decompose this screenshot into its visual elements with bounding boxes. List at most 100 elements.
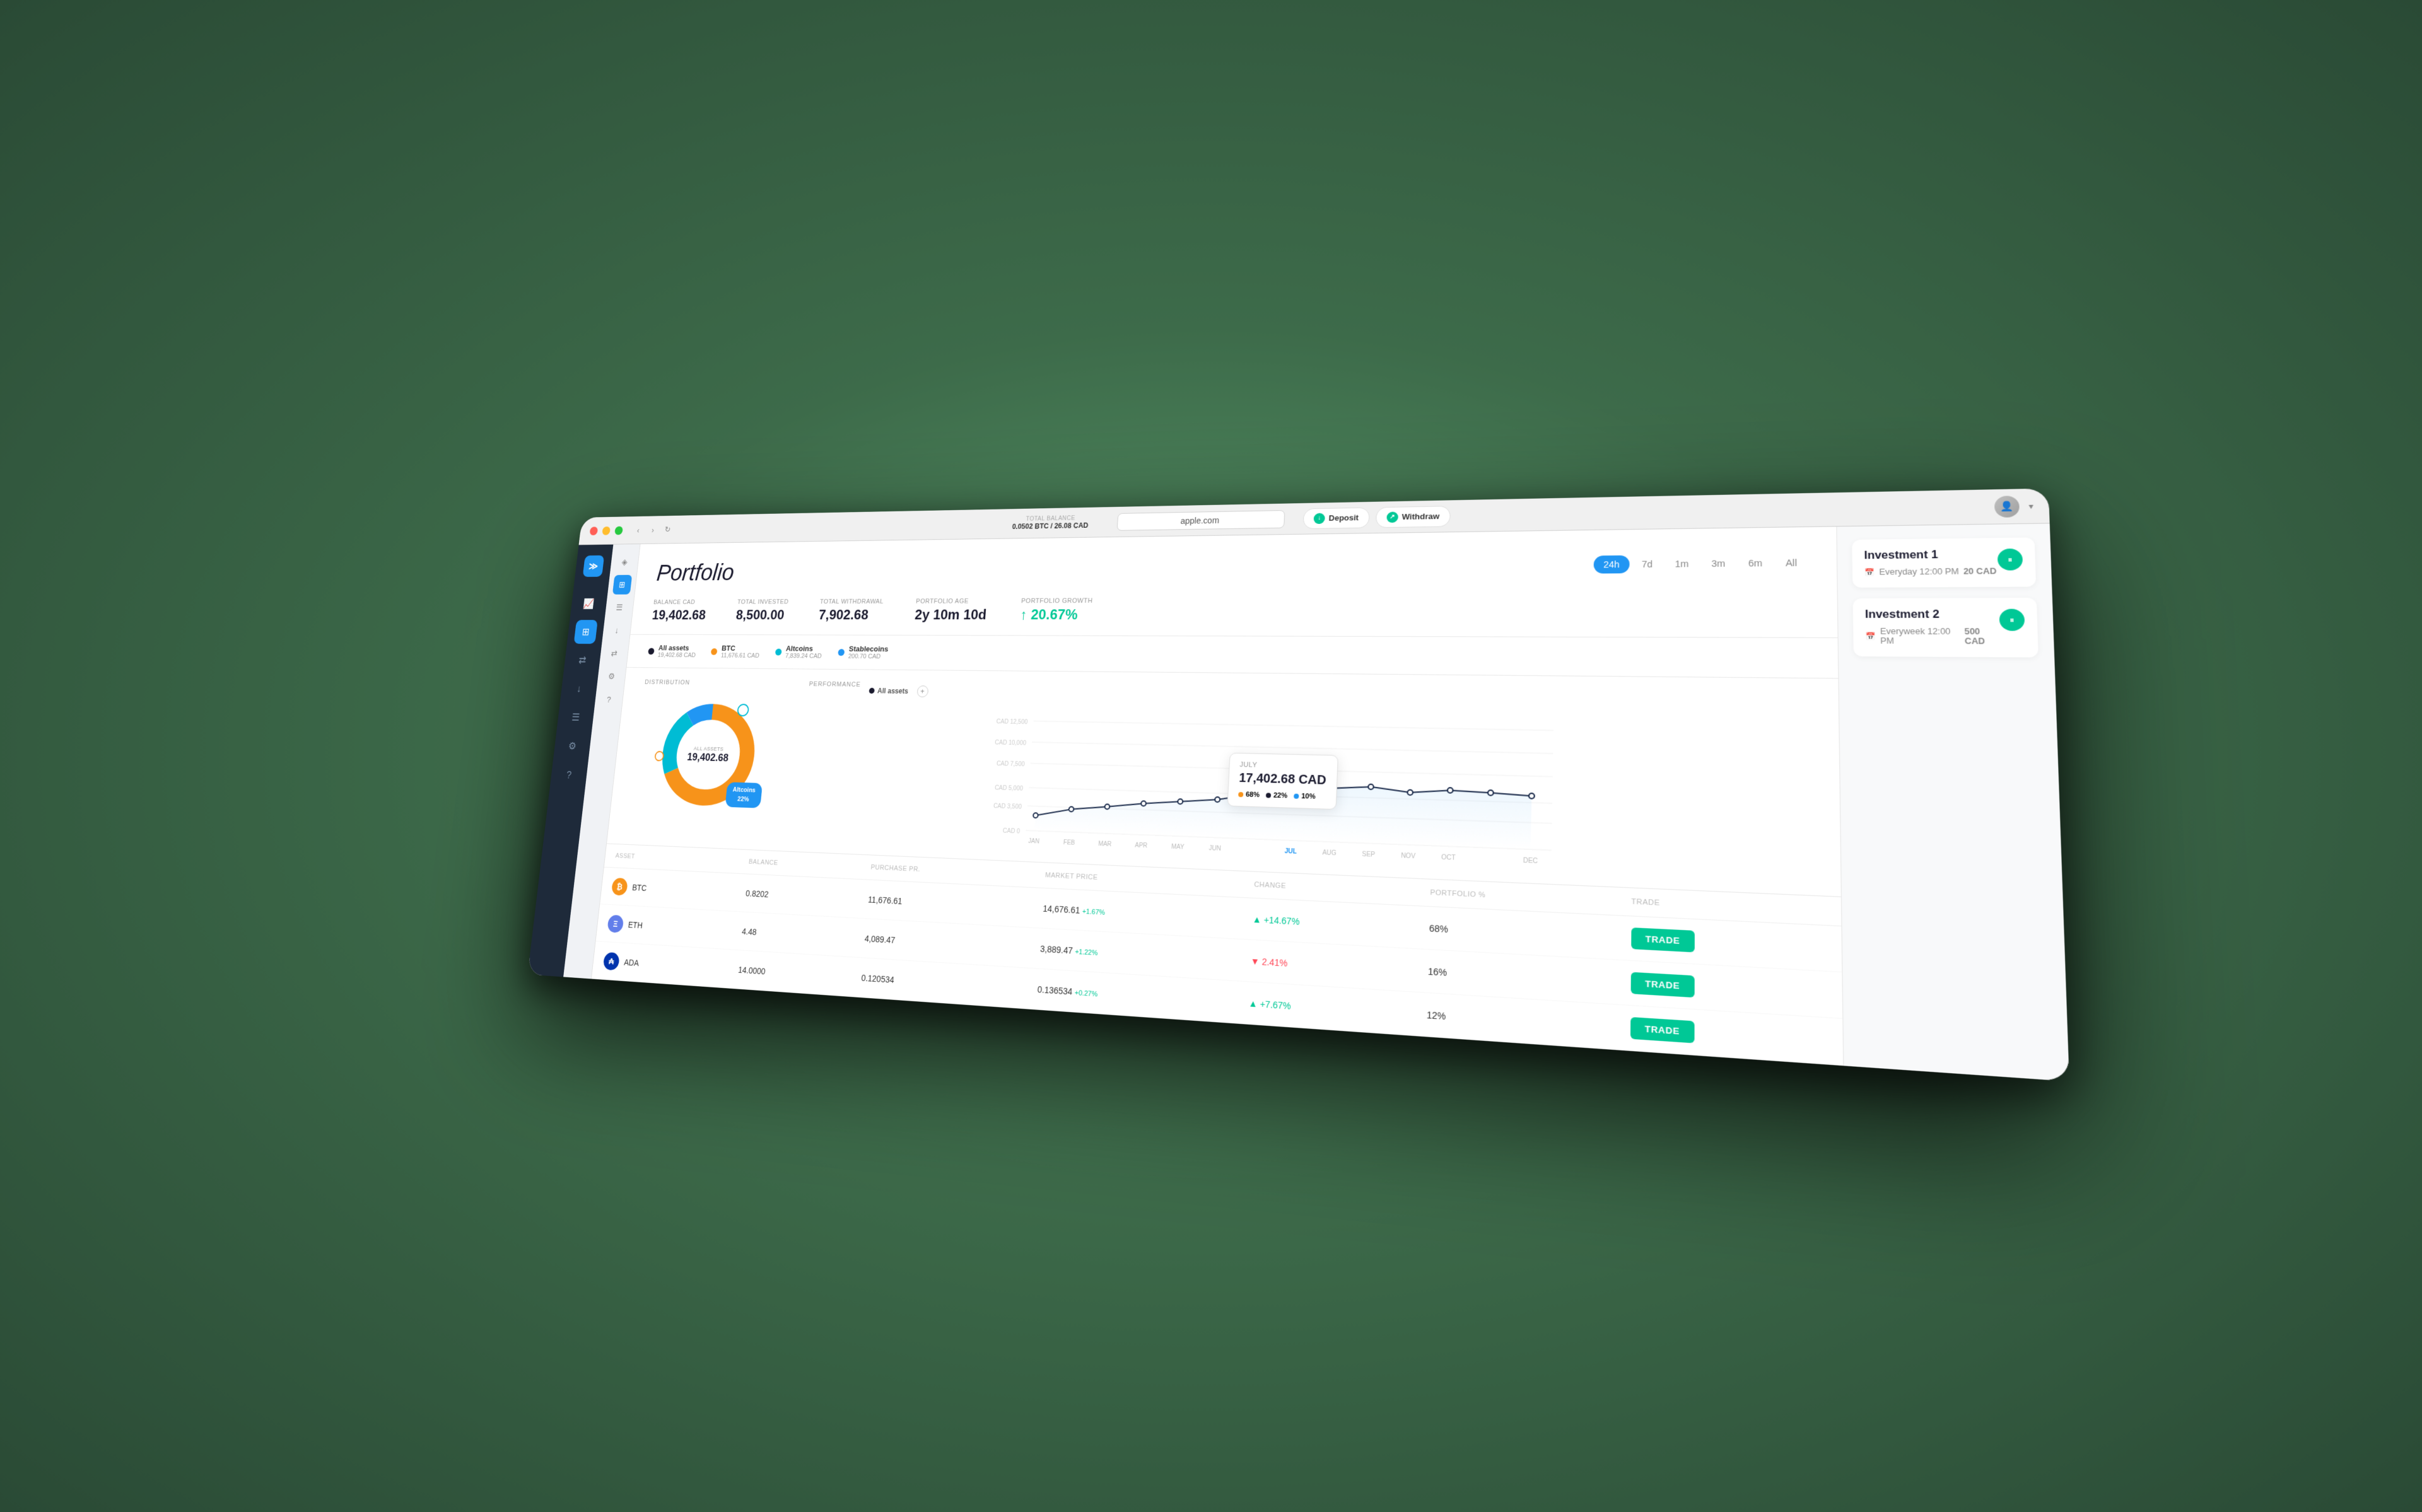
investment-1-schedule: Everyday 12:00 PM: [1879, 567, 1959, 577]
altcoins-dot: [775, 648, 781, 655]
tooltip-btc: 68%: [1238, 791, 1260, 799]
investment-card-2: Investment 2 📅 Everyweek 12:00 PM 500 CA…: [1853, 598, 2039, 658]
svg-text:CAD 10,000: CAD 10,000: [995, 740, 1027, 747]
stat-growth: PORTFOLIO GROWTH ↑ 20.67%: [1020, 597, 1093, 623]
btc-balance: 0.8202: [734, 873, 859, 918]
sidebar-secondary-item-4[interactable]: ↓: [607, 620, 626, 640]
withdraw-button[interactable]: ↗ Withdraw: [1376, 506, 1451, 528]
distribution-chart: DISTRIBUTION ALL ASSETS: [628, 679, 788, 839]
investment-2-title: Investment 2: [1865, 609, 1999, 622]
time-filter-3m[interactable]: 3m: [1702, 554, 1736, 573]
svg-text:JUN: JUN: [1208, 845, 1221, 852]
titlebar-center: TOTAL BALANCE 0.0502 BTC / 26.08 CAD app…: [1012, 506, 1451, 533]
investment-2-row: Investment 2 📅 Everyweek 12:00 PM 500 CA…: [1865, 609, 2025, 646]
portfolio-title-row: Portfolio 24h 7d 1m 3m 6m All: [655, 547, 1807, 586]
sidebar-item-download[interactable]: ↓: [567, 677, 591, 701]
filter-btc[interactable]: BTC 11,676.61 CAD: [710, 644, 760, 659]
stat-withdrawal-label: TOTAL WITHDRAWAL: [819, 598, 884, 605]
stat-balance: BALANCE CAD 19,402.68: [652, 599, 708, 624]
tooltip-stable: 10%: [1294, 793, 1316, 801]
sidebar-item-grid[interactable]: ⊞: [574, 620, 598, 644]
avatar[interactable]: 👤: [1994, 496, 2020, 518]
investment-1-title: Investment 1: [1864, 549, 1996, 562]
close-button[interactable]: [590, 526, 599, 535]
time-filter-1m[interactable]: 1m: [1665, 555, 1699, 573]
ada-asset-cell: ₳ ADA: [592, 941, 730, 988]
investment-1-amount: 20 CAD: [1963, 566, 1997, 576]
nav-refresh-button[interactable]: ↻: [661, 523, 674, 536]
avatar-chevron: ▾: [2028, 501, 2033, 511]
time-filter-7d[interactable]: 7d: [1632, 555, 1662, 573]
sidebar-secondary-item-1[interactable]: ◈: [615, 552, 635, 572]
btc-filter-info: BTC 11,676.61 CAD: [720, 644, 760, 659]
tooltip-stable-dot: [1294, 794, 1299, 799]
deposit-withdraw-buttons: ↓ Deposit ↗ Withdraw: [1303, 506, 1451, 529]
time-filter-24h[interactable]: 24h: [1594, 555, 1629, 574]
investment-card-1: Investment 1 📅 Everyday 12:00 PM 20 CAD …: [1852, 537, 2036, 588]
deposit-icon: ↓: [1314, 513, 1325, 524]
sidebar-item-list[interactable]: ☰: [564, 705, 588, 730]
sidebar-secondary-item-7[interactable]: ?: [599, 689, 619, 709]
ada-balance: 14.0000: [726, 950, 852, 996]
svg-text:DEC: DEC: [1523, 857, 1538, 865]
sidebar-item-share[interactable]: ⇄: [570, 648, 594, 672]
time-filter-all[interactable]: All: [1776, 554, 1808, 573]
svg-text:OCT: OCT: [1441, 854, 1456, 862]
svg-text:SEP: SEP: [1362, 851, 1376, 858]
filter-stablecoins[interactable]: Stablecoins 200.70 CAD: [837, 644, 888, 660]
btc-trade-button[interactable]: TRADE: [1631, 928, 1695, 952]
btc-symbol: BTC: [632, 882, 647, 892]
ada-trade-button[interactable]: TRADE: [1630, 1017, 1694, 1044]
page-title: Portfolio: [655, 559, 735, 586]
donut-center: ALL ASSETS 19,402.68: [687, 745, 730, 764]
app-layout: ≫ 📈 ⊞ ⇄ ↓ ☰ ⚙ ? ◈ ⊞ ☰ ↓ ⇄ ⚙ ?: [527, 523, 2069, 1081]
stat-invested: TOTAL INVESTED 8,500.00: [735, 598, 789, 623]
stat-balance-value: 19,402.68: [652, 608, 706, 624]
sidebar-item-help[interactable]: ?: [557, 762, 582, 788]
titlebar-nav: ‹ › ↻: [631, 523, 674, 537]
sidebar-item-settings[interactable]: ⚙: [560, 733, 585, 759]
svg-text:NOV: NOV: [1401, 852, 1416, 861]
time-filter-6m[interactable]: 6m: [1738, 554, 1772, 573]
tooltip-value: 17,402.68 CAD: [1239, 771, 1326, 788]
btc-dot: [711, 648, 718, 655]
svg-text:AUG: AUG: [1322, 849, 1337, 857]
all-assets-dot: [648, 648, 655, 654]
performance-header: PERFORMANCE All assets +: [808, 681, 1809, 714]
svg-text:MAY: MAY: [1171, 844, 1185, 851]
tooltip-breakdown: 68% 22% 10%: [1238, 791, 1326, 801]
calendar-icon-2: 📅: [1865, 632, 1876, 641]
sidebar-secondary-item-6[interactable]: ⚙: [602, 666, 622, 687]
sidebar-secondary-item-3[interactable]: ☰: [609, 598, 629, 617]
stat-age-label: PORTFOLIO AGE: [916, 598, 988, 605]
all-assets-name: All assets 19,402.68 CAD: [657, 644, 696, 659]
traffic-lights: [590, 526, 623, 535]
svg-text:CAD 0: CAD 0: [1003, 828, 1021, 835]
distribution-label: DISTRIBUTION: [645, 679, 788, 687]
mac-window: ‹ › ↻ TOTAL BALANCE 0.0502 BTC / 26.08 C…: [527, 488, 2069, 1081]
stats-row: BALANCE CAD 19,402.68 TOTAL INVESTED 8,5…: [652, 595, 1808, 624]
nav-forward-button[interactable]: ›: [646, 523, 660, 537]
svg-text:JAN: JAN: [1028, 838, 1039, 846]
eth-trade-button[interactable]: TRADE: [1630, 972, 1694, 998]
sidebar-item-trend[interactable]: 📈: [577, 592, 601, 616]
donut-wrapper: ALL ASSETS 19,402.68 Altcoins22%: [651, 697, 766, 813]
stat-growth-value: ↑ 20.67%: [1020, 607, 1092, 623]
svg-text:CAD 5,000: CAD 5,000: [995, 785, 1024, 793]
performance-filter: All assets: [869, 687, 908, 695]
deposit-button[interactable]: ↓ Deposit: [1303, 507, 1370, 528]
maximize-button[interactable]: [614, 526, 623, 535]
url-bar[interactable]: apple.com: [1117, 510, 1285, 531]
stat-withdrawal-value: 7,902.68: [818, 607, 883, 623]
tooltip-btc-dot: [1238, 792, 1243, 797]
filter-altcoins[interactable]: Altcoins 7,839.24 CAD: [775, 644, 823, 660]
filter-all-assets[interactable]: All assets 19,402.68 CAD: [647, 644, 696, 659]
nav-back-button[interactable]: ‹: [631, 523, 645, 537]
sidebar-secondary-item-5[interactable]: ⇄: [604, 643, 624, 663]
add-asset-button[interactable]: +: [916, 685, 928, 697]
eth-symbol: ETH: [628, 920, 643, 930]
investment-1-pause-button[interactable]: ⏸: [1998, 549, 2023, 571]
sidebar-secondary-item-2[interactable]: ⊞: [612, 575, 632, 595]
investment-2-pause-button[interactable]: ⏸: [1999, 609, 2025, 631]
minimize-button[interactable]: [602, 526, 611, 535]
